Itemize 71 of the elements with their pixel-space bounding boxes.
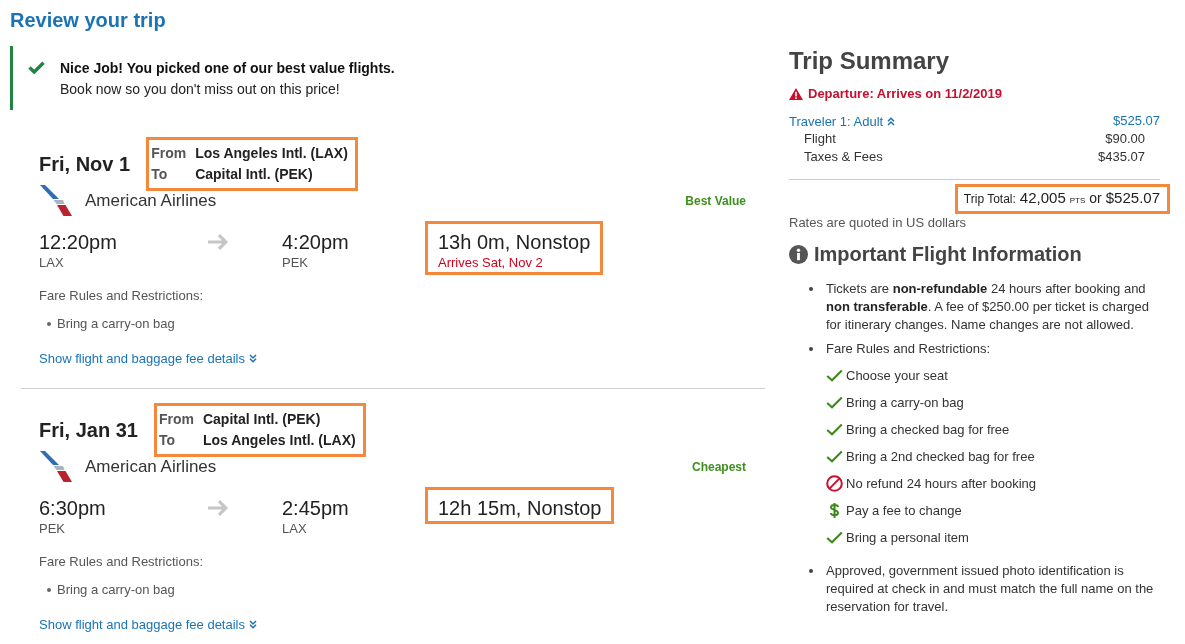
departure-airport: PEK xyxy=(39,520,65,537)
flight-duration: 13h 0m, Nonstop xyxy=(438,230,591,254)
rule-text: No refund 24 hours after booking xyxy=(846,474,1037,493)
warning-icon xyxy=(789,87,803,100)
info-icon xyxy=(789,244,808,264)
tail-fin-icon xyxy=(39,185,72,216)
traveler-amount: $525.07 xyxy=(1113,112,1160,130)
rates-note: Rates are quoted in US dollars xyxy=(789,214,967,231)
fare-type-label: Cheapest xyxy=(691,459,746,474)
info-text: Fare Rules and Restrictions: xyxy=(826,340,990,358)
bullet-icon xyxy=(809,569,813,573)
summary-title: Trip Summary xyxy=(789,47,950,75)
rule-text: Bring a personal item xyxy=(846,528,969,547)
arrival-airport: PEK xyxy=(282,254,308,271)
route-label: From xyxy=(158,410,194,429)
arrival-airport: LAX xyxy=(282,520,307,537)
departure-time: 6:30pm xyxy=(39,496,106,520)
arrival-time: 2:45pm xyxy=(282,496,349,520)
page-title: Review your trip xyxy=(10,8,166,32)
details-link[interactable]: Show flight and baggage fee details xyxy=(39,616,257,633)
fare-rules-heading: Fare Rules and Restrictions: xyxy=(39,287,203,304)
rule-text: Pay a fee to change xyxy=(846,501,962,520)
flight-duration: 12h 15m, Nonstop xyxy=(438,496,602,520)
total-price: $525.07 xyxy=(1105,188,1160,207)
info-title: Important Flight Information xyxy=(814,242,1082,266)
points-value: 42,005 xyxy=(1019,188,1066,207)
route-label: From xyxy=(151,144,187,163)
arrow-right-icon xyxy=(208,233,230,251)
check-icon xyxy=(28,61,45,74)
departure-airport: LAX xyxy=(39,254,64,271)
airport-name: Los Angeles Intl. (LAX) xyxy=(195,144,348,163)
details-link[interactable]: Show flight and baggage fee details xyxy=(39,350,257,367)
rule-text: Bring a carry-on bag xyxy=(846,393,964,412)
flight-date: Fri, Jan 31 xyxy=(39,418,138,442)
fare-type-label: Best Value xyxy=(685,193,746,208)
tail-fin-icon xyxy=(39,451,72,482)
notice-headline: Nice Job! You picked one of our best value flights. xyxy=(60,59,395,78)
fare-rule-text: Bring a carry-on bag xyxy=(57,315,175,332)
traveler-link[interactable]: Traveler 1: Adult xyxy=(789,112,896,130)
rule-text: Choose your seat xyxy=(846,366,948,385)
flight-date: Fri, Nov 1 xyxy=(39,152,131,176)
airline-name: American Airlines xyxy=(85,190,217,211)
price-line-label: Flight xyxy=(804,130,836,148)
total-connector: or xyxy=(1089,189,1102,208)
total-label: Trip Total: xyxy=(963,191,1016,208)
fare-rule-text: Bring a carry-on bag xyxy=(57,581,175,598)
bullet-icon xyxy=(47,321,51,326)
arrow-right-icon xyxy=(208,499,230,517)
route-label: To xyxy=(151,165,169,184)
airport-name: Capital Intl. (PEK) xyxy=(202,410,322,429)
info-text: Tickets are non-refundable 24 hours after booking and non transferable. A fee of $250.00 per ticket is charged for itinerary changes. Name changes are not allowed. xyxy=(826,280,1150,334)
info-text: Approved, government issued photo identification is required at check in and must match the full name on the reservation for travel. xyxy=(826,562,1155,616)
departure-time: 12:20pm xyxy=(39,230,117,254)
departure-warning-text: Departure: Arrives on 11/2/2019 xyxy=(808,85,1002,102)
fare-rules-heading: Fare Rules and Restrictions: xyxy=(39,553,203,570)
points-unit: PTS xyxy=(1069,195,1086,207)
rule-text: Bring a checked bag for free xyxy=(846,420,1010,439)
bullet-icon xyxy=(47,587,51,592)
route-label: To xyxy=(158,431,176,450)
bullet-icon xyxy=(809,287,813,291)
arrival-time: 4:20pm xyxy=(282,230,349,254)
price-line-label: Taxes & Fees xyxy=(804,148,883,166)
rule-text: Bring a 2nd checked bag for free xyxy=(846,447,1035,466)
airline-name: American Airlines xyxy=(85,456,217,477)
arrival-note: Arrives Sat, Nov 2 xyxy=(438,254,543,271)
notice-message: Book now so you don't miss out on this price! xyxy=(60,80,340,99)
price-line-amount: $90.00 xyxy=(1105,130,1145,148)
airport-name: Capital Intl. (PEK) xyxy=(195,165,314,184)
bullet-icon xyxy=(809,347,813,351)
price-line-amount: $435.07 xyxy=(1098,148,1145,166)
airport-name: Los Angeles Intl. (LAX) xyxy=(202,431,356,450)
